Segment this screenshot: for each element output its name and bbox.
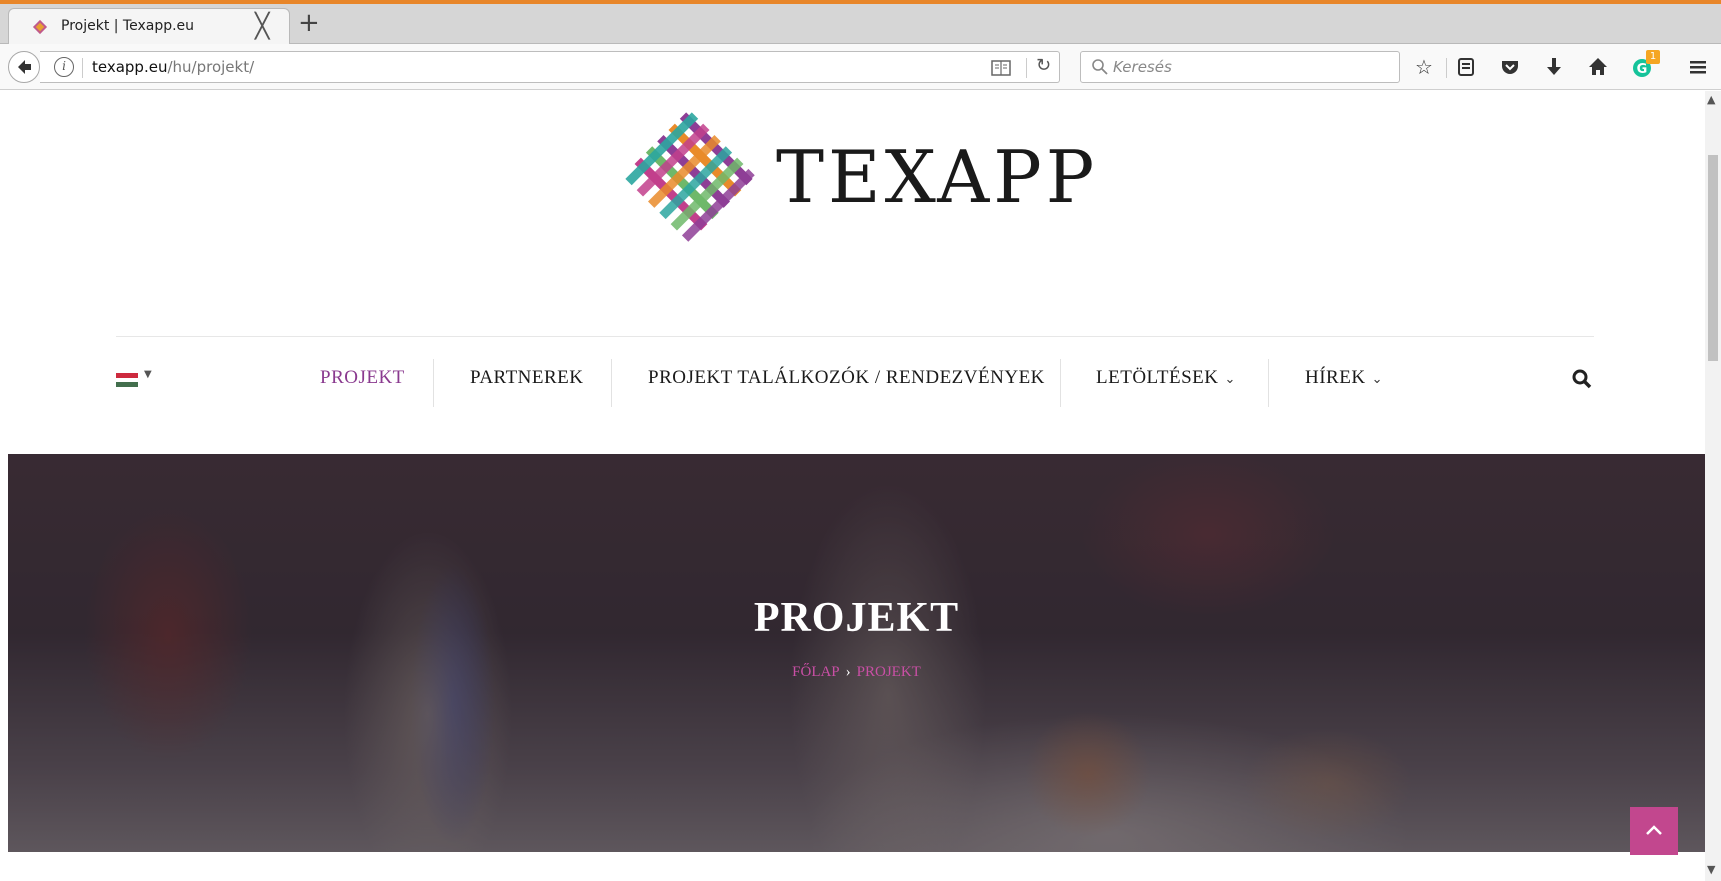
menu-item-hirek-label: HÍREK <box>1305 367 1366 388</box>
reading-list-icon[interactable] <box>1454 55 1478 79</box>
scrollbar-thumb[interactable] <box>1708 155 1718 361</box>
tab-bar: Projekt | Texapp.eu ╳ + <box>0 4 1721 45</box>
url-divider <box>82 58 83 78</box>
hamburger-menu-icon[interactable] <box>1686 55 1710 79</box>
menu-item-hirek[interactable]: HÍREK ⌄ <box>1305 367 1383 389</box>
toolbar-divider <box>1446 58 1447 78</box>
url-host: texapp.eu <box>92 58 168 76</box>
tab-projekt[interactable]: Projekt | Texapp.eu ╳ <box>8 8 290 45</box>
menu-item-projekt[interactable]: PROJEKT <box>320 367 405 389</box>
page-title: PROJEKT <box>753 595 960 641</box>
language-caret-icon[interactable]: ▼ <box>144 369 152 380</box>
bookmark-star-icon[interactable]: ☆ <box>1412 55 1436 79</box>
address-bar[interactable]: i texapp.eu/hu/projekt/ ↻ <box>40 51 1060 83</box>
url-path: /hu/projekt/ <box>167 58 255 76</box>
svg-text:G: G <box>1637 62 1648 77</box>
menu-divider <box>433 359 434 407</box>
search-placeholder: Keresés <box>1113 58 1172 76</box>
chevron-up-icon <box>1646 825 1662 835</box>
page-content: TEXAPP ▼ PROJEKT PARTNEREK PROJEKT TALÁL… <box>0 91 1705 881</box>
texapp-favicon-icon <box>32 19 48 35</box>
url-divider <box>1026 58 1027 78</box>
close-tab-icon[interactable]: ╳ <box>255 12 269 40</box>
browser-search-box[interactable]: Keresés <box>1080 51 1400 83</box>
menu-item-projekt-talalkozok[interactable]: PROJEKT TALÁLKOZÓK / RENDEZVÉNYEK <box>648 367 1045 389</box>
site-search-icon[interactable] <box>1572 369 1592 389</box>
scroll-down-icon[interactable]: ▼ <box>1707 863 1715 876</box>
texapp-logo-icon[interactable] <box>620 107 758 245</box>
breadcrumb-home-link[interactable]: FŐLAP <box>792 664 840 680</box>
menu-divider <box>611 359 612 407</box>
site-logo-text[interactable]: TEXAPP <box>776 135 1098 219</box>
menu-divider <box>1060 359 1061 407</box>
tab-title: Projekt | Texapp.eu <box>61 18 195 34</box>
menu-item-letoltesek[interactable]: LETÖLTÉSEK ⌄ <box>1096 367 1236 389</box>
home-icon[interactable] <box>1586 55 1610 79</box>
back-button[interactable] <box>8 51 40 83</box>
breadcrumb-current: PROJEKT <box>856 664 921 680</box>
url-text[interactable]: texapp.eu/hu/projekt/ <box>92 58 254 76</box>
reader-view-icon[interactable] <box>990 58 1012 78</box>
hero-banner: PROJEKT FŐLAP › PROJEKT <box>8 454 1705 852</box>
pocket-icon[interactable] <box>1498 55 1522 79</box>
downloads-icon[interactable] <box>1542 55 1566 79</box>
chevron-down-icon: ⌄ <box>1371 372 1383 387</box>
breadcrumb-separator-icon: › <box>845 664 851 680</box>
hungary-flag-icon[interactable] <box>116 373 138 387</box>
extension-badge: 1 <box>1646 50 1660 64</box>
menu-item-letoltesek-label: LETÖLTÉSEK <box>1096 367 1219 388</box>
new-tab-button[interactable]: + <box>298 8 320 38</box>
reload-icon[interactable]: ↻ <box>1036 55 1051 76</box>
back-to-top-button[interactable] <box>1630 807 1678 855</box>
main-menu: ▼ PROJEKT PARTNEREK PROJEKT TALÁLKOZÓK /… <box>0 337 1705 423</box>
site-info-icon[interactable]: i <box>54 57 74 77</box>
navigation-toolbar: i texapp.eu/hu/projekt/ ↻ Keresés ☆ G 1 <box>0 44 1721 90</box>
chevron-down-icon: ⌄ <box>1224 372 1236 387</box>
back-arrow-icon <box>18 60 31 74</box>
page-scrollbar[interactable]: ▲ ▼ <box>1705 91 1721 881</box>
menu-divider <box>1268 359 1269 407</box>
scroll-up-icon[interactable]: ▲ <box>1707 93 1715 106</box>
menu-item-partnerek[interactable]: PARTNEREK <box>470 367 584 389</box>
search-icon <box>1092 59 1108 75</box>
breadcrumb: FŐLAP › PROJEKT <box>8 664 1705 681</box>
hero-overlay <box>8 454 1705 852</box>
